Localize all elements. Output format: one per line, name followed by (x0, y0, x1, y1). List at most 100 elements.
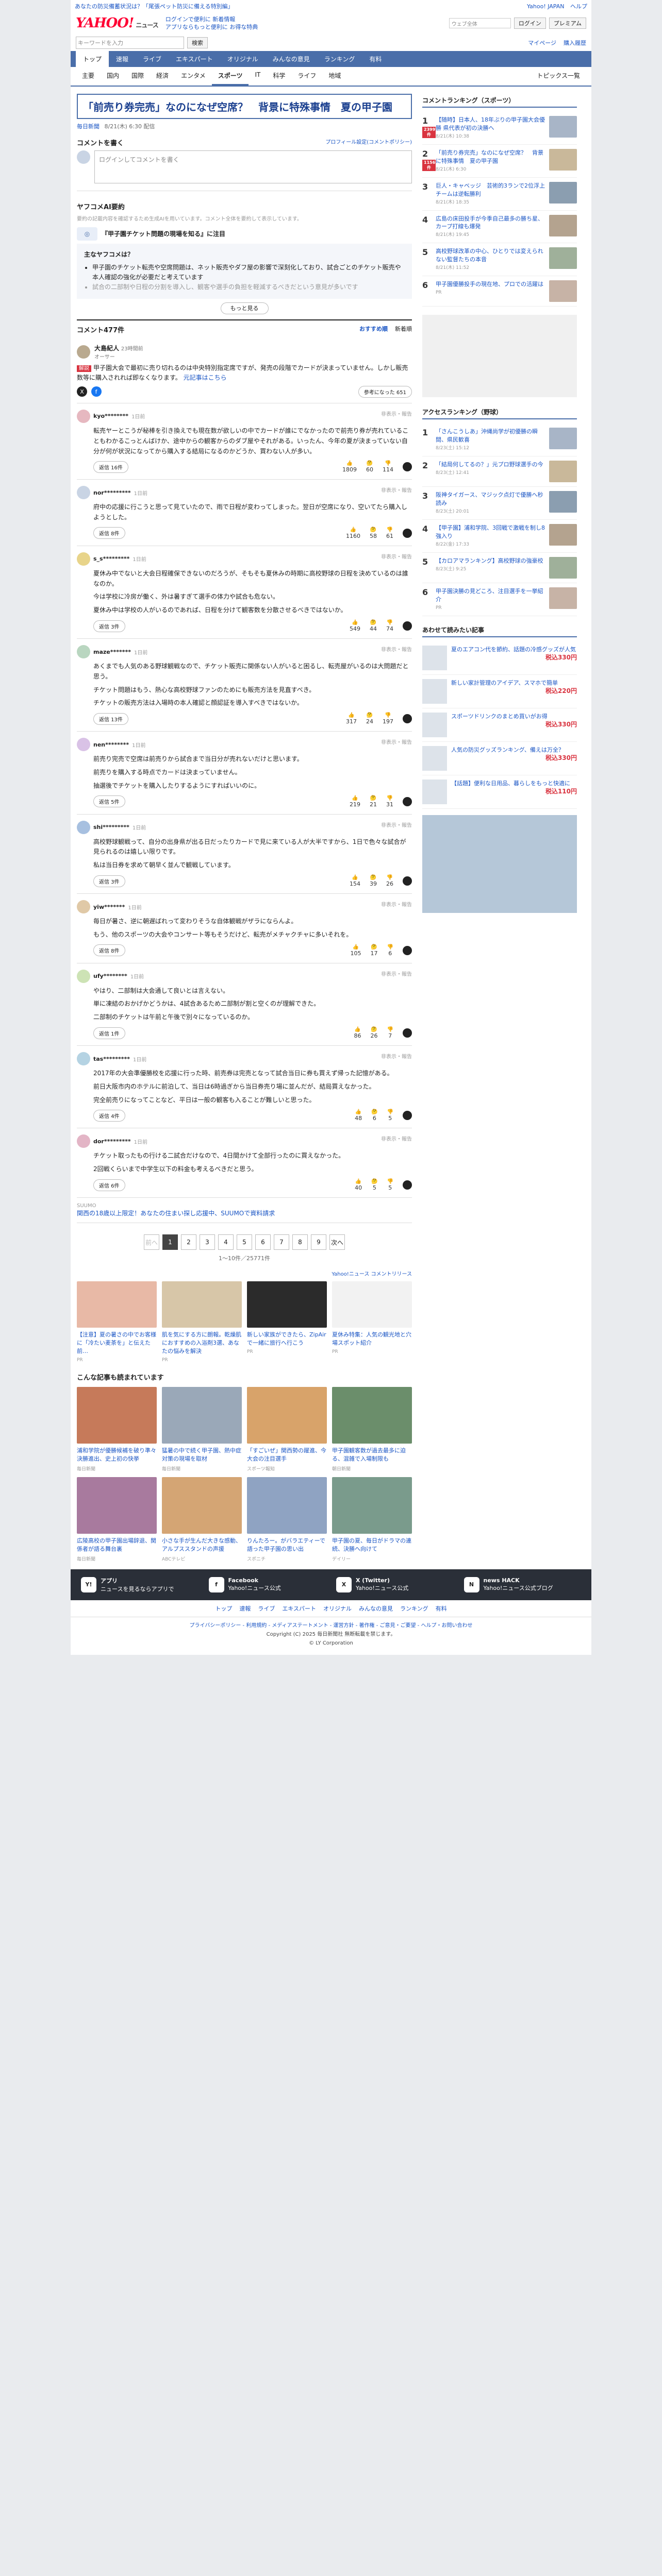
gnav-breaking[interactable]: 速報 (109, 51, 136, 67)
page-6[interactable]: 6 (255, 1234, 271, 1250)
commenter-avatar[interactable] (77, 738, 90, 752)
cat-domestic[interactable]: 国内 (101, 67, 125, 86)
vote-thumb-down[interactable]: 👎 26 (386, 875, 393, 887)
reco-card[interactable]: 小さな手が生んだ大きな感動、アルプススタンドの声援 ABCテレビ (162, 1477, 242, 1562)
product-item[interactable]: 【話題】便利な日用品、暮らしをもっと快適に 税込110円 (422, 775, 577, 809)
page-3[interactable]: 3 (200, 1234, 215, 1250)
yahoo-news-logo[interactable]: YAHOO! ニュース (76, 15, 159, 31)
more-options-icon[interactable] (403, 714, 412, 724)
vote-hmm[interactable]: 🤔 44 (370, 620, 377, 632)
mypage-link[interactable]: マイページ (528, 39, 556, 47)
gnav-ranking[interactable]: ランキング (317, 51, 362, 67)
reco-card[interactable]: 甲子園観客数が過去最多に迫る、混雑で入場制限も 朝日新聞 (332, 1386, 412, 1472)
vote-thumb-up[interactable]: 👍 219 (350, 795, 360, 808)
page-1[interactable]: 1 (162, 1234, 178, 1250)
footer-app-link[interactable]: Y! アプリ ニュースを見るならアプリで (81, 1577, 198, 1593)
reply-button[interactable]: 返信 16件 (93, 461, 128, 473)
product-item[interactable]: 人気の防災グッズランキング、備えは万全？ 税込330円 (422, 742, 577, 776)
vote-hmm[interactable]: 🤔 21 (370, 795, 377, 808)
more-options-icon[interactable] (403, 796, 412, 806)
vote-hmm[interactable]: 🤔 24 (366, 713, 373, 725)
gnav-original[interactable]: オリジナル (220, 51, 266, 67)
product-item[interactable]: スポーツドリンクのまとめ買いがお得 税込330円 (422, 708, 577, 742)
ad-card[interactable]: 夏休み特集：人気の観光地と穴場スポット紹介 PR (332, 1281, 412, 1363)
report-link[interactable]: 非表示・報告 (381, 970, 412, 983)
header-search-input[interactable]: ウェブ全体 (449, 18, 511, 29)
ranking-item[interactable]: 6 甲子園優勝投手の現在地、プロでの活躍は PR (422, 276, 577, 307)
vote-thumb-up[interactable]: 👍 1809 (342, 461, 357, 473)
expert-read-more[interactable]: 元記事はこちら (184, 374, 227, 381)
more-options-icon[interactable] (403, 945, 412, 955)
commenter-avatar[interactable] (77, 486, 90, 500)
search-button[interactable]: 検索 (187, 37, 208, 48)
cat-science[interactable]: 科学 (267, 67, 291, 86)
cat-international[interactable]: 国際 (125, 67, 150, 86)
comment-input[interactable]: ログインしてコメントを書く (94, 150, 412, 183)
vote-thumb-up[interactable]: 👍 105 (351, 944, 361, 957)
commenter-avatar[interactable] (77, 900, 90, 914)
footer-app-link[interactable]: X X (Twitter) Yahoo!ニュース公式 (336, 1577, 454, 1593)
report-link[interactable]: 非表示・報告 (381, 410, 412, 423)
vote-thumb-down[interactable]: 👎 7 (387, 1027, 393, 1039)
gnav-expert[interactable]: エキスパート (169, 51, 220, 67)
commenter-avatar[interactable] (77, 552, 90, 566)
side-big-ad[interactable] (422, 815, 577, 913)
inline-ad[interactable]: SUUMO 関西の18歳以上限定！あなたの住まい探し応援中、SUUMOで資料請求 (77, 1198, 412, 1224)
prev-page-button[interactable]: 前へ (144, 1234, 159, 1250)
reco-card[interactable]: 浦和学院が優勝候補を破り準々決勝進出、史上初の快挙 毎日新聞 (77, 1386, 157, 1472)
reply-button[interactable]: 返信 4件 (93, 1109, 125, 1122)
commenter-name[interactable]: tas********* (93, 1056, 130, 1062)
report-link[interactable]: 非表示・報告 (381, 738, 412, 751)
cat-sports[interactable]: スポーツ (211, 67, 249, 86)
gnav-paid[interactable]: 有料 (362, 51, 389, 67)
reply-button[interactable]: 返信 3件 (93, 620, 125, 632)
reco-card[interactable]: 「すごいぜ」関西勢の躍進、今大会の注目選手 スポーツ報知 (247, 1386, 327, 1472)
commenter-avatar[interactable] (77, 820, 90, 834)
reply-button[interactable]: 返信 1件 (93, 1027, 125, 1039)
report-link[interactable]: 非表示・報告 (381, 821, 412, 834)
page-7[interactable]: 7 (274, 1234, 289, 1250)
ad-text[interactable]: 関西の18歳以上限定！あなたの住まい探し応援中、SUUMOで資料請求 (77, 1210, 275, 1217)
cat-main[interactable]: 主要 (76, 67, 101, 86)
report-link[interactable]: 非表示・報告 (381, 1052, 412, 1065)
commenter-avatar[interactable] (77, 969, 90, 983)
keyword-search-input[interactable]: キーワードを入力 (76, 36, 184, 49)
commenter-avatar[interactable] (77, 1134, 90, 1148)
report-link[interactable]: 非表示・報告 (381, 486, 412, 499)
vote-hmm[interactable]: 🤔 17 (371, 944, 378, 957)
footer-nav-item[interactable]: ランキング (400, 1604, 428, 1613)
gnav-live[interactable]: ライブ (136, 51, 169, 67)
yahoo-japan-link[interactable]: Yahoo! JAPAN (527, 3, 565, 10)
ad-head[interactable]: Yahoo!ニュース コメントリリース (77, 1269, 412, 1277)
ranking-item[interactable]: 3 阪神タイガース、マジック点灯で優勝へ秒読み 8/23(土) 20:01 (422, 487, 577, 520)
product-item[interactable]: 夏のエアコン代を節約、話題の冷感グッズが人気 税込330円 (422, 641, 577, 675)
footer-nav-item[interactable]: エキスパート (282, 1604, 316, 1613)
page-5[interactable]: 5 (237, 1234, 252, 1250)
vote-thumb-down[interactable]: 👎 5 (387, 1109, 393, 1122)
ranking-item[interactable]: 4 【甲子園】浦和学院、3回戦で激戦を制し8強入り 8/22(金) 17:33 (422, 520, 577, 553)
cat-economy[interactable]: 経済 (150, 67, 175, 86)
ad-card[interactable]: 新しい家族ができたら、ZipAirで一緒に旅行へ行こう PR (247, 1281, 327, 1363)
more-options-icon[interactable] (403, 1111, 412, 1121)
vote-hmm[interactable]: 🤔 5 (371, 1179, 377, 1191)
commenter-name[interactable]: nen******** (93, 741, 129, 748)
purchase-history-link[interactable]: 購入履歴 (564, 39, 586, 47)
ad-card[interactable]: 肌を気にする方に朗報。乾燥肌におすすめの入浴剤3選、あなたの悩みを解決 PR (162, 1281, 242, 1363)
profile-settings-link[interactable]: プロフィール設定(コメントポリシー) (325, 138, 412, 147)
vote-hmm[interactable]: 🤔 26 (371, 1027, 378, 1039)
ranking-item[interactable]: 5 高校野球改革の中心、ひとりでは変えられない監督たちの本音 8/21(木) 11:… (422, 243, 577, 277)
reply-button[interactable]: 返信 13件 (93, 713, 128, 725)
reply-button[interactable]: 返信 3件 (93, 875, 125, 887)
promo-line-2[interactable]: アプリならもっと便利に お得な特典 (166, 23, 258, 31)
vote-thumb-down[interactable]: 👎 114 (383, 461, 393, 473)
commenter-name[interactable]: ufy******** (93, 973, 127, 979)
top-promo-link[interactable]: あなたの防災備蓄状況は？「尾張ペット防災に備える特別編」 (75, 2, 234, 10)
commenter-name[interactable]: maze******* (93, 649, 131, 655)
reply-button[interactable]: 返信 8件 (93, 527, 125, 539)
promo-line-1[interactable]: ログインで便利に 新着情報 (166, 15, 258, 23)
expert-avatar[interactable] (77, 345, 90, 359)
commenter-name[interactable]: s_s********* (93, 555, 129, 562)
vote-hmm[interactable]: 🤔 6 (371, 1109, 377, 1122)
x-share-icon[interactable]: X (77, 386, 87, 397)
page-4[interactable]: 4 (218, 1234, 234, 1250)
